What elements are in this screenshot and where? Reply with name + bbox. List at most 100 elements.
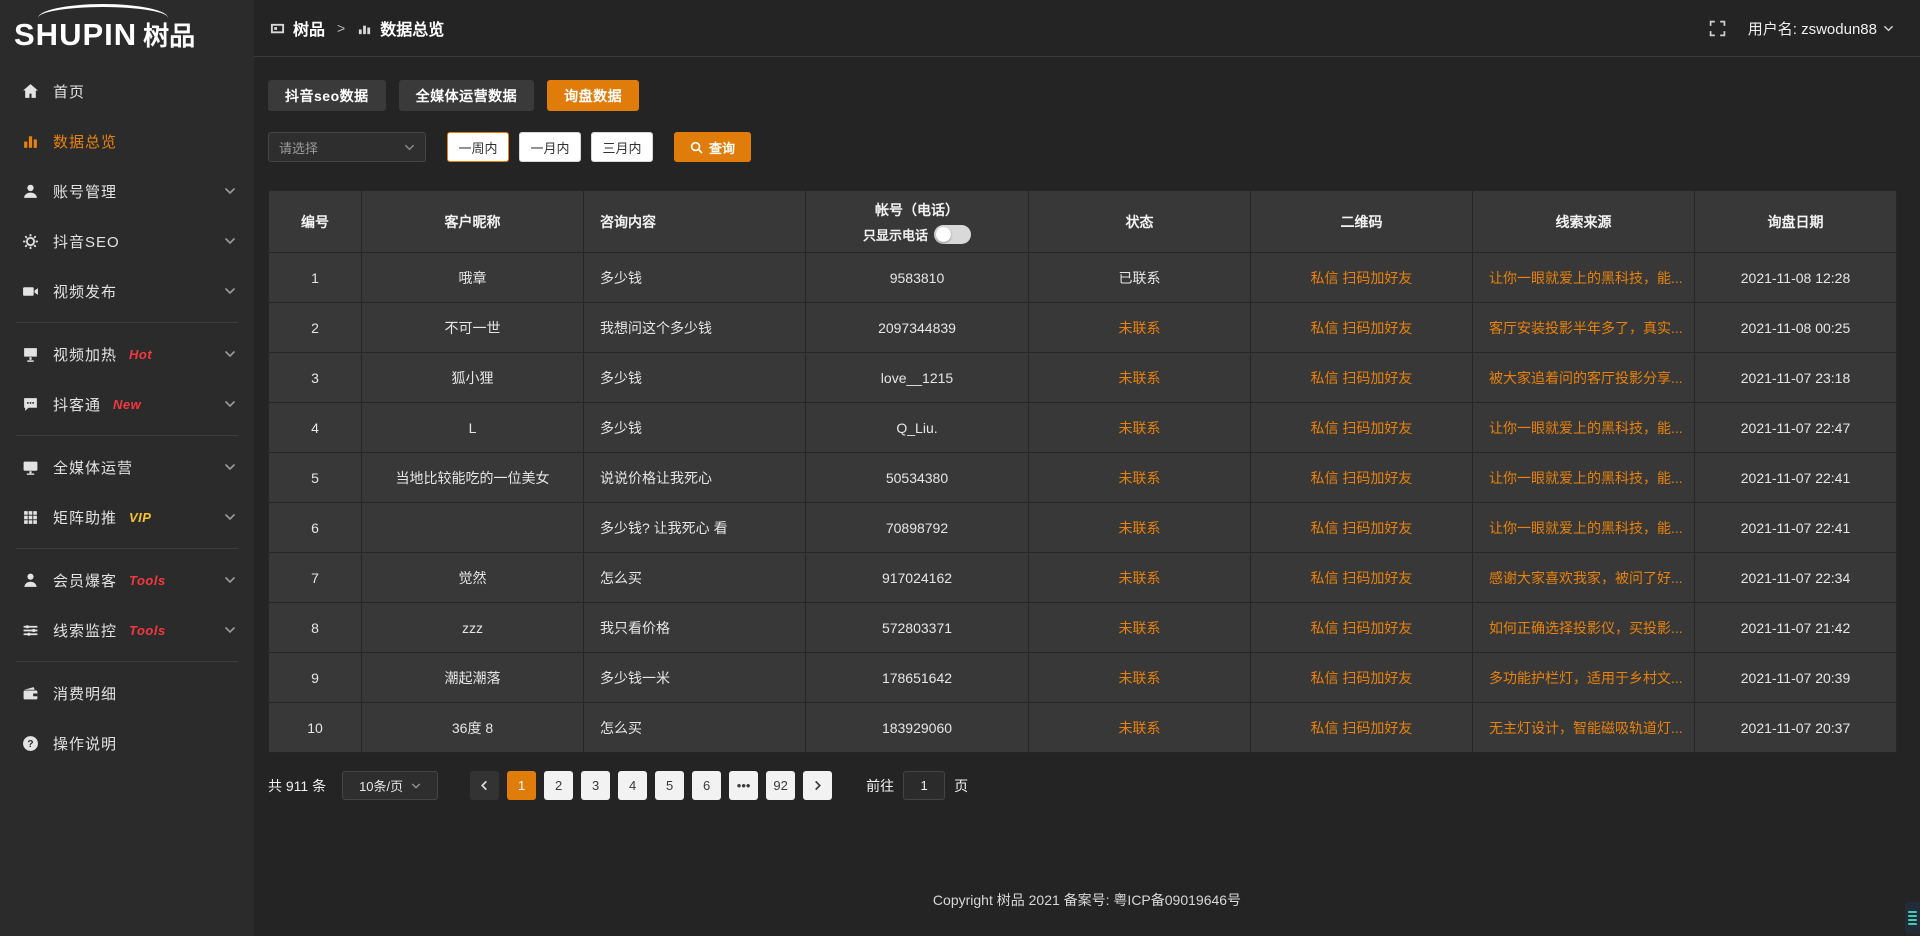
- sidebar-item-label: 消费明细: [53, 683, 117, 704]
- filter-select[interactable]: 请选择: [268, 132, 426, 162]
- table-row: 2不可一世我想问这个多少钱2097344839未联系私信 扫码加好友客厅安装投影…: [269, 303, 1897, 353]
- cell-no: 9: [269, 653, 362, 703]
- wallet-icon: [20, 684, 40, 702]
- breadcrumb: 树品 > 数据总览: [270, 16, 444, 40]
- cell-qrcode[interactable]: 私信 扫码加好友: [1251, 553, 1473, 603]
- cell-qrcode[interactable]: 私信 扫码加好友: [1251, 353, 1473, 403]
- sidebar-item-help[interactable]: ?操作说明: [0, 718, 254, 768]
- cell-status: 未联系: [1029, 653, 1251, 703]
- cell-source[interactable]: 无主灯设计，智能磁吸轨道灯...: [1473, 703, 1695, 753]
- cell-no: 8: [269, 603, 362, 653]
- sidebar-item-expense[interactable]: 消费明细: [0, 668, 254, 718]
- cell-source[interactable]: 感谢大家喜欢我家，被问了好...: [1473, 553, 1695, 603]
- cell-qrcode[interactable]: 私信 扫码加好友: [1251, 603, 1473, 653]
- cell-source[interactable]: 如何正确选择投影仪，买投影...: [1473, 603, 1695, 653]
- cell-no: 3: [269, 353, 362, 403]
- cell-nickname: 当地比较能吃的一位美女: [362, 453, 584, 503]
- cell-qrcode[interactable]: 私信 扫码加好友: [1251, 503, 1473, 553]
- sidebar: SHUPIN 树品 首页数据总览账号管理抖音SEO视频发布视频加热Hot抖客通N…: [0, 0, 254, 936]
- phone-only-toggle[interactable]: [934, 225, 971, 244]
- sidebar-item-member-burst[interactable]: 会员爆客Tools: [0, 555, 254, 605]
- page-button-5[interactable]: 5: [655, 771, 684, 800]
- cell-nickname: 哦章: [362, 253, 584, 303]
- next-page-button[interactable]: [803, 771, 832, 800]
- sidebar-item-overview[interactable]: 数据总览: [0, 116, 254, 166]
- sidebar-item-media-ops[interactable]: 全媒体运营: [0, 442, 254, 492]
- fullscreen-icon[interactable]: [1709, 20, 1726, 37]
- cell-qrcode[interactable]: 私信 扫码加好友: [1251, 303, 1473, 353]
- cell-status: 未联系: [1029, 703, 1251, 753]
- sidebar-badge: New: [113, 397, 141, 412]
- page-button-4[interactable]: 4: [618, 771, 647, 800]
- sidebar-item-clue-monitor[interactable]: 线索监控Tools: [0, 605, 254, 655]
- page-size-select[interactable]: 10条/页: [342, 771, 438, 800]
- cell-source[interactable]: 被大家追着问的客厅投影分享...: [1473, 353, 1695, 403]
- page-button-6[interactable]: 6: [692, 771, 721, 800]
- period-button-1[interactable]: 一月内: [519, 132, 581, 162]
- cell-account: 9583810: [806, 253, 1029, 303]
- col-header-4: 状态: [1029, 191, 1251, 253]
- cell-source[interactable]: 让你一眼就爱上的黑科技，能...: [1473, 503, 1695, 553]
- cell-source[interactable]: 让你一眼就爱上的黑科技，能...: [1473, 253, 1695, 303]
- prev-page-button[interactable]: [470, 771, 499, 800]
- cell-account: Q_Liu.: [806, 403, 1029, 453]
- page-button-2[interactable]: 2: [544, 771, 573, 800]
- table-body: 1哦章多少钱9583810已联系私信 扫码加好友让你一眼就爱上的黑科技，能...…: [269, 253, 1897, 753]
- page-button-3[interactable]: 3: [581, 771, 610, 800]
- tab-0[interactable]: 抖音seo数据: [268, 80, 386, 111]
- cell-qrcode[interactable]: 私信 扫码加好友: [1251, 703, 1473, 753]
- sliders-icon: [20, 621, 40, 639]
- period-button-2[interactable]: 三月内: [591, 132, 653, 162]
- app-root: SHUPIN 树品 首页数据总览账号管理抖音SEO视频发布视频加热Hot抖客通N…: [0, 0, 1920, 936]
- search-button[interactable]: 查询: [674, 132, 751, 162]
- cell-qrcode[interactable]: 私信 扫码加好友: [1251, 253, 1473, 303]
- sidebar-item-matrix-boost[interactable]: 矩阵助推VIP: [0, 492, 254, 542]
- cell-qrcode[interactable]: 私信 扫码加好友: [1251, 453, 1473, 503]
- cell-qrcode[interactable]: 私信 扫码加好友: [1251, 403, 1473, 453]
- sidebar-menu: 首页数据总览账号管理抖音SEO视频发布视频加热Hot 抖客通 New 全媒体运营矩阵助…: [0, 56, 254, 768]
- inquiry-table: 编号客户昵称咨询内容帐号（电话）只显示电话状态二维码线索来源询盘日期 1哦章多少…: [268, 190, 1897, 753]
- account-header-title: 帐号（电话）: [875, 200, 959, 220]
- inquiry-table-wrap: 编号客户昵称咨询内容帐号（电话）只显示电话状态二维码线索来源询盘日期 1哦章多少…: [268, 190, 1896, 753]
- goto-page-input[interactable]: [903, 771, 945, 800]
- sidebar-item-home[interactable]: 首页: [0, 66, 254, 116]
- cell-source[interactable]: 让你一眼就爱上的黑科技，能...: [1473, 403, 1695, 453]
- cell-date: 2021-11-07 23:18: [1695, 353, 1897, 403]
- table-row: 1036度 8怎么买183929060未联系私信 扫码加好友无主灯设计，智能磁吸…: [269, 703, 1897, 753]
- sidebar-item-video-heat[interactable]: 视频加热Hot: [0, 329, 254, 379]
- tab-2[interactable]: 询盘数据: [547, 80, 639, 111]
- col-header-5: 二维码: [1251, 191, 1473, 253]
- sidebar-item-label: 账号管理: [53, 181, 117, 202]
- table-row: 1哦章多少钱9583810已联系私信 扫码加好友让你一眼就爱上的黑科技，能...…: [269, 253, 1897, 303]
- cell-nickname: [362, 503, 584, 553]
- sidebar-item-douketong[interactable]: 抖客通 New: [0, 379, 254, 429]
- monitor-icon: [20, 458, 40, 476]
- cell-nickname: zzz: [362, 603, 584, 653]
- chevron-down-icon: [411, 781, 421, 791]
- sidebar-item-label: 抖客通: [53, 394, 101, 415]
- cell-qrcode[interactable]: 私信 扫码加好友: [1251, 653, 1473, 703]
- cell-content: 我想问这个多少钱: [584, 303, 806, 353]
- breadcrumb-item-brand[interactable]: 树品: [293, 16, 325, 40]
- pagination-total: 共 911 条: [268, 776, 326, 796]
- floating-widget[interactable]: [1905, 902, 1920, 934]
- page-button-1[interactable]: 1: [507, 771, 536, 800]
- sidebar-badge: VIP: [129, 510, 151, 525]
- tab-1[interactable]: 全媒体运营数据: [399, 80, 535, 111]
- chevron-down-icon: [1883, 23, 1894, 34]
- sidebar-item-douyin-seo[interactable]: 抖音SEO: [0, 216, 254, 266]
- page-ellipsis-button[interactable]: •••: [729, 771, 758, 800]
- cell-source[interactable]: 多功能护栏灯，适用于乡村文...: [1473, 653, 1695, 703]
- goto-label: 前往: [866, 776, 894, 796]
- table-row: 4L多少钱Q_Liu.未联系私信 扫码加好友让你一眼就爱上的黑科技，能...20…: [269, 403, 1897, 453]
- cell-date: 2021-11-07 20:37: [1695, 703, 1897, 753]
- cell-no: 2: [269, 303, 362, 353]
- cell-source[interactable]: 让你一眼就爱上的黑科技，能...: [1473, 453, 1695, 503]
- chevron-down-icon: [224, 348, 236, 360]
- page-button-92[interactable]: 92: [766, 771, 795, 800]
- user-menu[interactable]: 用户名: zswodun88: [1748, 18, 1894, 39]
- period-button-0[interactable]: 一周内: [447, 132, 509, 162]
- sidebar-item-account[interactable]: 账号管理: [0, 166, 254, 216]
- sidebar-item-video-publish[interactable]: 视频发布: [0, 266, 254, 316]
- cell-source[interactable]: 客厅安装投影半年多了，真实...: [1473, 303, 1695, 353]
